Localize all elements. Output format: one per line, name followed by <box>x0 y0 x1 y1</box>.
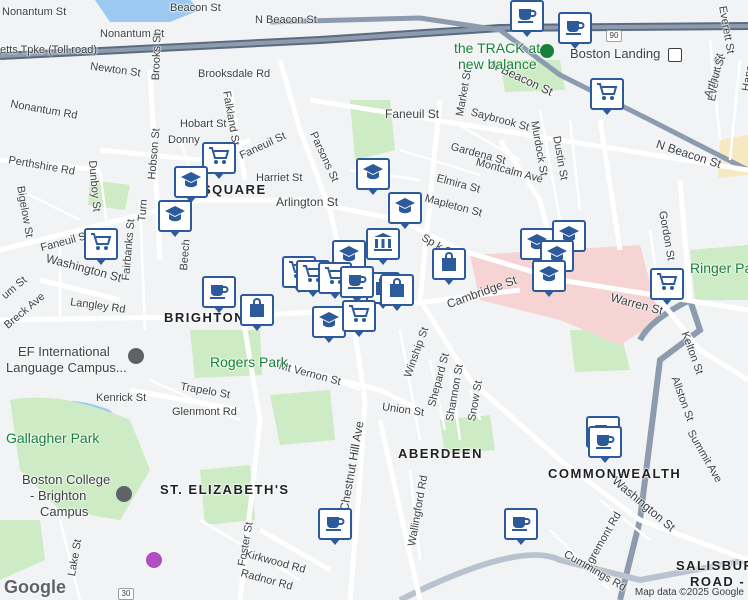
street-label: N Beacon St <box>255 14 317 26</box>
street-label: etts Tpke (Toll road) <box>0 44 98 56</box>
coffee-icon <box>208 280 230 305</box>
area-label: ABERDEEN <box>398 446 483 461</box>
poi-label[interactable]: Campus <box>40 505 88 518</box>
bag-icon <box>386 277 408 303</box>
school-icon <box>318 310 340 335</box>
school-icon <box>180 170 202 195</box>
street-label: Glenmont Rd <box>172 406 237 418</box>
map-attribution: Map data ©2025 Google <box>634 587 744 598</box>
map-marker-bag[interactable] <box>380 274 414 311</box>
map-marker-school[interactable] <box>532 260 566 297</box>
area-label: SQUARE <box>202 182 267 197</box>
map-marker-bag[interactable] <box>432 248 466 285</box>
school-icon <box>394 196 416 221</box>
highway-shield: 30 <box>118 588 134 600</box>
coffee-icon <box>516 4 538 29</box>
street-label: Donny <box>168 134 200 146</box>
coffee-icon <box>564 16 586 41</box>
coffee-icon <box>346 270 368 295</box>
map-marker-coffee[interactable] <box>510 0 544 37</box>
map-marker-coffee[interactable] <box>588 426 622 463</box>
map-marker-school[interactable] <box>158 200 192 237</box>
poi-label[interactable]: Boston College <box>22 473 110 486</box>
map-marker-school[interactable] <box>388 192 422 229</box>
street-label: Nonantum St <box>2 6 67 18</box>
street-label: Turn <box>136 198 150 222</box>
map-marker-cart[interactable] <box>590 78 624 115</box>
poi-label[interactable]: the TRACK at <box>454 41 540 55</box>
cart-icon <box>90 232 112 257</box>
map-marker-cart[interactable] <box>84 228 118 265</box>
poi-label[interactable]: - Brighton <box>30 489 86 502</box>
street-label: Brooks St <box>150 32 164 81</box>
school-icon <box>164 204 186 229</box>
map-marker-cart[interactable] <box>650 268 684 305</box>
coffee-icon <box>510 512 532 537</box>
bag-icon <box>438 251 460 277</box>
area-label: SALISBURY <box>676 558 748 573</box>
map-marker-cart[interactable] <box>342 300 376 337</box>
cart-icon <box>208 146 230 171</box>
map-marker-library[interactable] <box>366 228 400 265</box>
park-pin-icon[interactable] <box>540 44 554 58</box>
poi-label[interactable]: Boston Landing <box>570 47 660 60</box>
coffee-icon <box>594 430 616 455</box>
poi-label[interactable]: new balance <box>458 57 537 71</box>
transit-station-icon[interactable] <box>668 48 682 62</box>
map-marker-school[interactable] <box>174 166 208 203</box>
library-icon <box>372 232 394 257</box>
coffee-icon <box>324 512 346 537</box>
bag-icon <box>246 297 268 323</box>
google-logo: Google <box>4 577 66 597</box>
poi-label[interactable]: Rogers Park <box>210 355 288 369</box>
street-label: Hobart St <box>180 118 227 130</box>
highway-shield: 90 <box>606 30 622 42</box>
map-marker-coffee[interactable] <box>504 508 538 545</box>
poi-label[interactable]: Language Campus... <box>6 361 127 374</box>
street-label: Faneuil St <box>385 107 440 121</box>
cart-icon <box>656 272 678 297</box>
museum-icon[interactable] <box>146 552 162 568</box>
street-label: Beacon St <box>170 2 221 14</box>
area-label: COMMONWEALTH <box>548 466 682 481</box>
area-label: ST. ELIZABETH'S <box>160 482 290 497</box>
school-icon <box>362 162 384 187</box>
map-marker-coffee[interactable] <box>318 508 352 545</box>
university-icon[interactable] <box>116 486 132 502</box>
street-label: Arlington St <box>276 195 339 209</box>
map-marker-school[interactable] <box>312 306 346 343</box>
street-label: Brooksdale Rd <box>198 68 271 80</box>
area-label: BRIGHTON <box>164 310 246 325</box>
school-icon <box>538 264 560 289</box>
university-icon[interactable] <box>128 348 144 364</box>
park-label: Ringer Pa <box>690 260 748 276</box>
map-marker-bag[interactable] <box>240 294 274 331</box>
cart-icon <box>348 304 370 329</box>
map-marker-school[interactable] <box>356 158 390 195</box>
map-marker-coffee[interactable] <box>202 276 236 313</box>
poi-label[interactable]: Gallagher Park <box>6 431 99 445</box>
poi-label[interactable]: EF International <box>18 345 110 358</box>
map-canvas[interactable]: Nonantum St Nonantum St N Beacon St Beac… <box>0 0 748 600</box>
map-marker-coffee[interactable] <box>340 266 374 303</box>
cart-icon <box>596 82 618 107</box>
street-label: Kenrick St <box>96 392 147 404</box>
map-marker-coffee[interactable] <box>558 12 592 49</box>
